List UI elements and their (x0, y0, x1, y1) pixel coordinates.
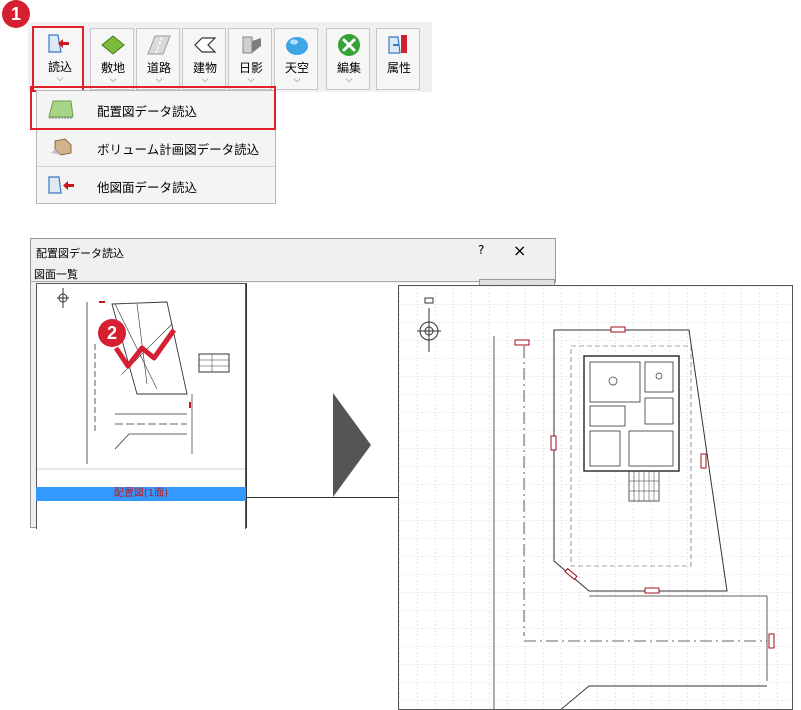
sky-icon (286, 37, 308, 55)
menu-item-label: 他図面データ読込 (97, 180, 198, 195)
edit-label: 編集 (336, 61, 361, 75)
thumbnail-caption: 配置図(1面) (36, 487, 246, 501)
attribute-icon (388, 35, 407, 54)
menu-item-volume-plan-import[interactable]: ボリューム計画図データ読込 (37, 129, 275, 165)
edit-button[interactable]: 編集 ⌵ (326, 28, 370, 90)
site-button[interactable]: 敷地 ⌵ (90, 28, 134, 90)
building-button[interactable]: 建物 ⌵ (182, 28, 226, 90)
shadow-label: 日影 (238, 61, 263, 75)
divider (31, 281, 555, 282)
attribute-label: 属性 (386, 61, 411, 75)
chevron-down-icon: ⌵ (56, 74, 64, 84)
chevron-down-icon: ⌵ (155, 75, 163, 85)
flow-arrow-icon (333, 393, 371, 497)
menu-item-other-drawing-import[interactable]: 他図面データ読込 (37, 167, 275, 203)
building-icon (194, 37, 217, 53)
site-label: 敷地 (100, 61, 125, 75)
highlight-frame (30, 86, 276, 130)
dialog-title: 配置図データ読込 (36, 247, 124, 260)
site-plan-drawing (399, 286, 792, 709)
double-click-mark (113, 328, 177, 369)
edit-icon (338, 34, 360, 56)
step-badge-1: 1 (2, 0, 30, 28)
close-button[interactable]: × (513, 241, 526, 260)
toolbar: 読込 ⌵ 敷地 ⌵ 道路 ⌵ 建物 ⌵ 日影 ⌵ 天空 ⌵ 編集 ⌵ 属性 (28, 22, 432, 92)
volume-plan-icon (51, 138, 72, 156)
site-plan-thumbnail-drawing (37, 288, 245, 470)
road-button[interactable]: 道路 ⌵ (136, 28, 180, 90)
chevron-down-icon: ⌵ (109, 75, 117, 85)
chevron-down-icon: ⌵ (293, 75, 301, 85)
import-icon (48, 34, 69, 53)
other-drawing-icon (48, 176, 74, 194)
help-button[interactable]: ? (478, 243, 484, 257)
chevron-down-icon: ⌵ (247, 75, 255, 85)
attribute-button[interactable]: 属性 (376, 28, 420, 90)
sky-button[interactable]: 天空 ⌵ (274, 28, 318, 90)
menu-item-label: ボリューム計画図データ読込 (97, 142, 260, 157)
shadow-icon (242, 36, 261, 54)
chevron-down-icon: ⌵ (201, 75, 209, 85)
import-label: 読込 (47, 60, 72, 74)
drawing-thumbnail[interactable] (36, 283, 246, 498)
road-icon (147, 35, 171, 55)
drawing-list-label: 図面一覧 (34, 268, 78, 281)
building-label: 建物 (192, 61, 217, 75)
shadow-button[interactable]: 日影 ⌵ (228, 28, 272, 90)
site-icon (101, 35, 125, 55)
highlight-connector (30, 86, 58, 88)
import-button[interactable]: 読込 ⌵ (32, 26, 84, 92)
chevron-down-icon: ⌵ (345, 75, 353, 85)
site-plan-preview (398, 285, 793, 710)
thumbnail-list-area (36, 501, 246, 529)
sky-label: 天空 (284, 61, 309, 75)
road-label: 道路 (146, 61, 171, 75)
